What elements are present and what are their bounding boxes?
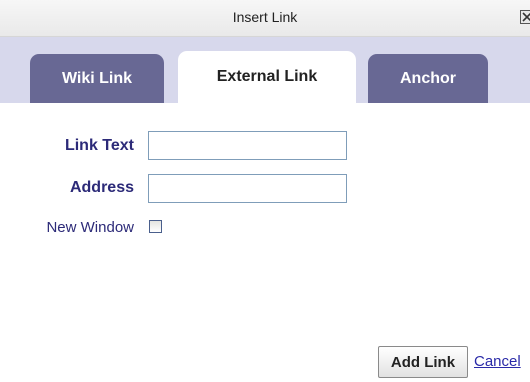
title-bar[interactable]: Insert Link <box>0 0 530 37</box>
link-text-label: Link Text <box>64 137 134 154</box>
link-text-input[interactable] <box>148 131 347 160</box>
address-input[interactable] <box>148 174 347 203</box>
new-window-label: New Window <box>46 219 134 236</box>
close-icon[interactable] <box>520 10 530 24</box>
add-link-button[interactable]: Add Link <box>378 346 468 378</box>
tab-external-link[interactable]: External Link <box>178 51 356 103</box>
tab-wiki-link[interactable]: Wiki Link <box>30 54 164 103</box>
cancel-link[interactable]: Cancel <box>474 353 521 370</box>
insert-link-dialog: Insert Link Wiki Link External Link Anch… <box>0 0 530 382</box>
tab-anchor[interactable]: Anchor <box>368 54 488 103</box>
tab-bar: Wiki Link External Link Anchor <box>0 37 530 103</box>
address-label: Address <box>69 179 134 196</box>
new-window-checkbox[interactable] <box>149 220 162 233</box>
dialog-title: Insert Link <box>232 9 298 25</box>
